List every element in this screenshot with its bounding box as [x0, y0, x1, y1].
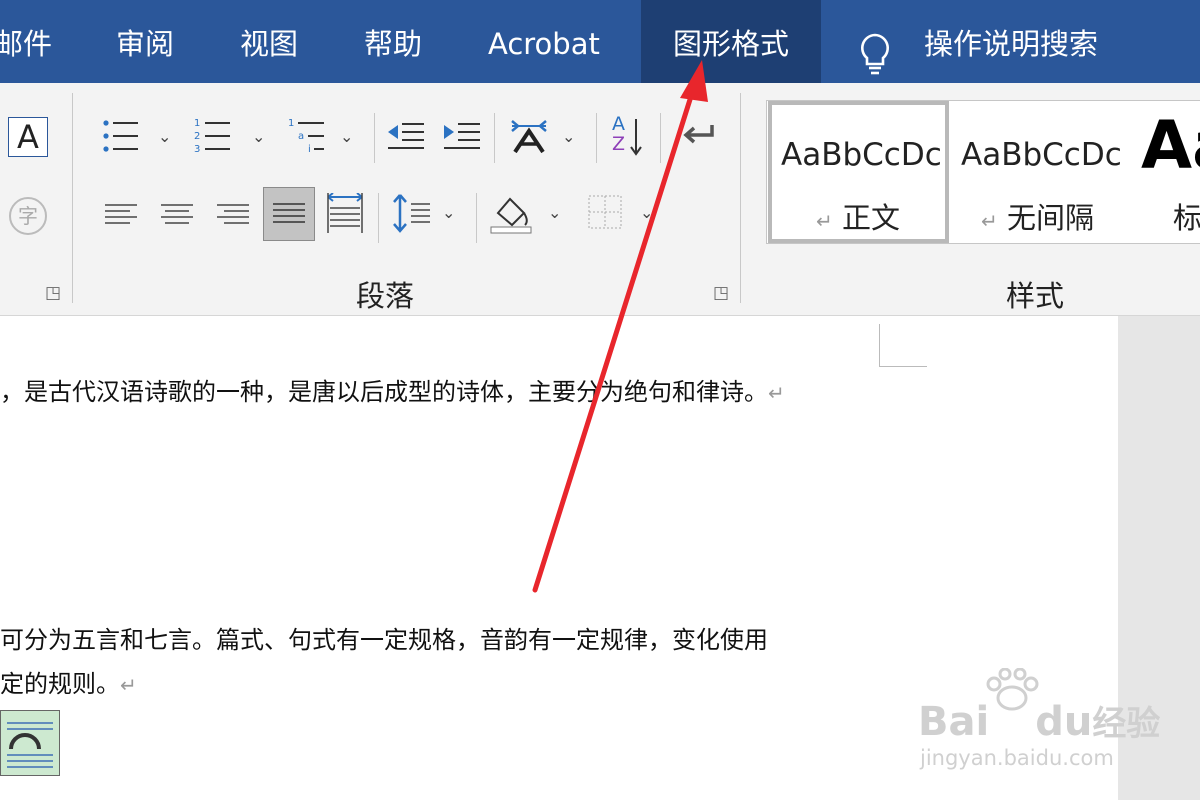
button-divider [596, 113, 597, 163]
ribbon-tab-bar: 邮件 审阅 视图 帮助 Acrobat 图形格式 操作说明搜索 [0, 0, 1200, 83]
svg-text:3: 3 [194, 144, 200, 155]
document-paragraph[interactable]: 可分为五言和七言。篇式、句式有一定规格，音韵有一定规律，变化使用 [0, 620, 768, 655]
align-left-button[interactable] [104, 203, 138, 227]
sort-button[interactable]: A Z [612, 113, 646, 157]
phonetic-guide-button[interactable]: 字 [9, 197, 47, 235]
chevron-down-icon[interactable]: ⌄ [640, 203, 653, 222]
justify-button[interactable] [263, 187, 315, 241]
chevron-down-icon[interactable]: ⌄ [548, 203, 561, 222]
margin-corner-mark [879, 324, 880, 366]
multilevel-list-button[interactable]: 1ai [288, 117, 328, 155]
group-divider [72, 93, 73, 303]
style-name: ↵ 无间隔 [981, 201, 1094, 235]
increase-indent-button[interactable] [442, 121, 482, 151]
chevron-down-icon[interactable]: ⌄ [442, 203, 455, 222]
tab-mailings[interactable]: 邮件 [0, 0, 64, 83]
paragraph-dialog-launcher-icon[interactable]: ◳ [713, 285, 729, 302]
line-spacing-button[interactable] [392, 193, 432, 233]
decrease-indent-button[interactable] [386, 121, 426, 151]
style-no-spacing[interactable]: AaBbCcDc ↵ 无间隔 [953, 101, 1133, 243]
sort-glyph-z: Z [612, 133, 626, 155]
style-normal[interactable]: AaBbCcDc ↵ 正文 [768, 101, 949, 243]
style-gallery: AaBbCcDc ↵ 正文 AaBbCcDc ↵ 无间隔 Aa 标 [766, 100, 1200, 244]
button-divider [476, 193, 477, 243]
align-right-button[interactable] [216, 203, 250, 227]
bullets-button[interactable] [102, 119, 142, 153]
button-divider [494, 113, 495, 163]
group-divider [740, 93, 741, 303]
margin-corner-mark [879, 366, 927, 367]
tell-me-search[interactable]: 操作说明搜索 [858, 0, 1158, 83]
tab-help[interactable]: 帮助 [364, 0, 422, 83]
svg-text:1: 1 [194, 118, 200, 129]
style-name: 标 [1173, 201, 1200, 235]
document-paragraph[interactable]: ，是古代汉语诗歌的一种，是唐以后成型的诗体，主要分为绝句和律诗。↵ [0, 372, 785, 407]
tell-me-label: 操作说明搜索 [924, 27, 1099, 61]
style-heading-1[interactable]: Aa 标 [1137, 101, 1200, 243]
tab-review[interactable]: 审阅 [116, 0, 174, 83]
show-hide-marks-button[interactable] [672, 119, 716, 155]
svg-text:2: 2 [194, 131, 200, 142]
style-name: ↵ 正文 [816, 201, 900, 235]
numbering-button[interactable]: 1 2 3 [194, 117, 234, 155]
chevron-down-icon[interactable]: ⌄ [562, 127, 575, 146]
watermark-word: 经验 [1092, 704, 1161, 744]
font-dialog-launcher-icon[interactable]: ◳ [45, 285, 61, 302]
svg-text:a: a [298, 131, 304, 142]
distributed-button[interactable] [326, 193, 364, 233]
paragraph-group-label: 段落 [356, 279, 415, 313]
button-divider [660, 113, 661, 163]
style-sample: AaBbCcDc [781, 137, 942, 173]
watermark-brand: Bai [918, 699, 990, 745]
chevron-down-icon[interactable]: ⌄ [340, 127, 353, 146]
shading-button[interactable] [490, 191, 534, 235]
svg-text:1: 1 [288, 118, 294, 129]
chevron-down-icon[interactable]: ⌄ [252, 127, 265, 146]
borders-button[interactable] [588, 195, 622, 229]
button-divider [374, 113, 375, 163]
text-effect-button[interactable]: A [8, 117, 48, 157]
sort-glyph-a: A [612, 113, 625, 135]
chinese-layout-button[interactable] [508, 117, 550, 153]
chevron-down-icon[interactable]: ⌄ [158, 127, 171, 146]
tab-shape-format[interactable]: 图形格式 [641, 0, 821, 83]
align-center-button[interactable] [160, 203, 194, 227]
watermark-brand-2: du [1035, 699, 1093, 745]
watermark-url: jingyan.baidu.com [920, 746, 1114, 770]
document-paragraph[interactable]: 定的规则。↵ [0, 664, 137, 699]
style-sample: AaBbCcDc [961, 137, 1122, 173]
button-divider [378, 193, 379, 243]
styles-group-label: 样式 [1006, 279, 1065, 313]
svg-text:i: i [308, 144, 311, 155]
style-sample: Aa [1141, 107, 1200, 184]
tab-view[interactable]: 视图 [240, 0, 298, 83]
tab-acrobat[interactable]: Acrobat [488, 0, 600, 83]
layout-options-icon[interactable] [0, 710, 60, 776]
